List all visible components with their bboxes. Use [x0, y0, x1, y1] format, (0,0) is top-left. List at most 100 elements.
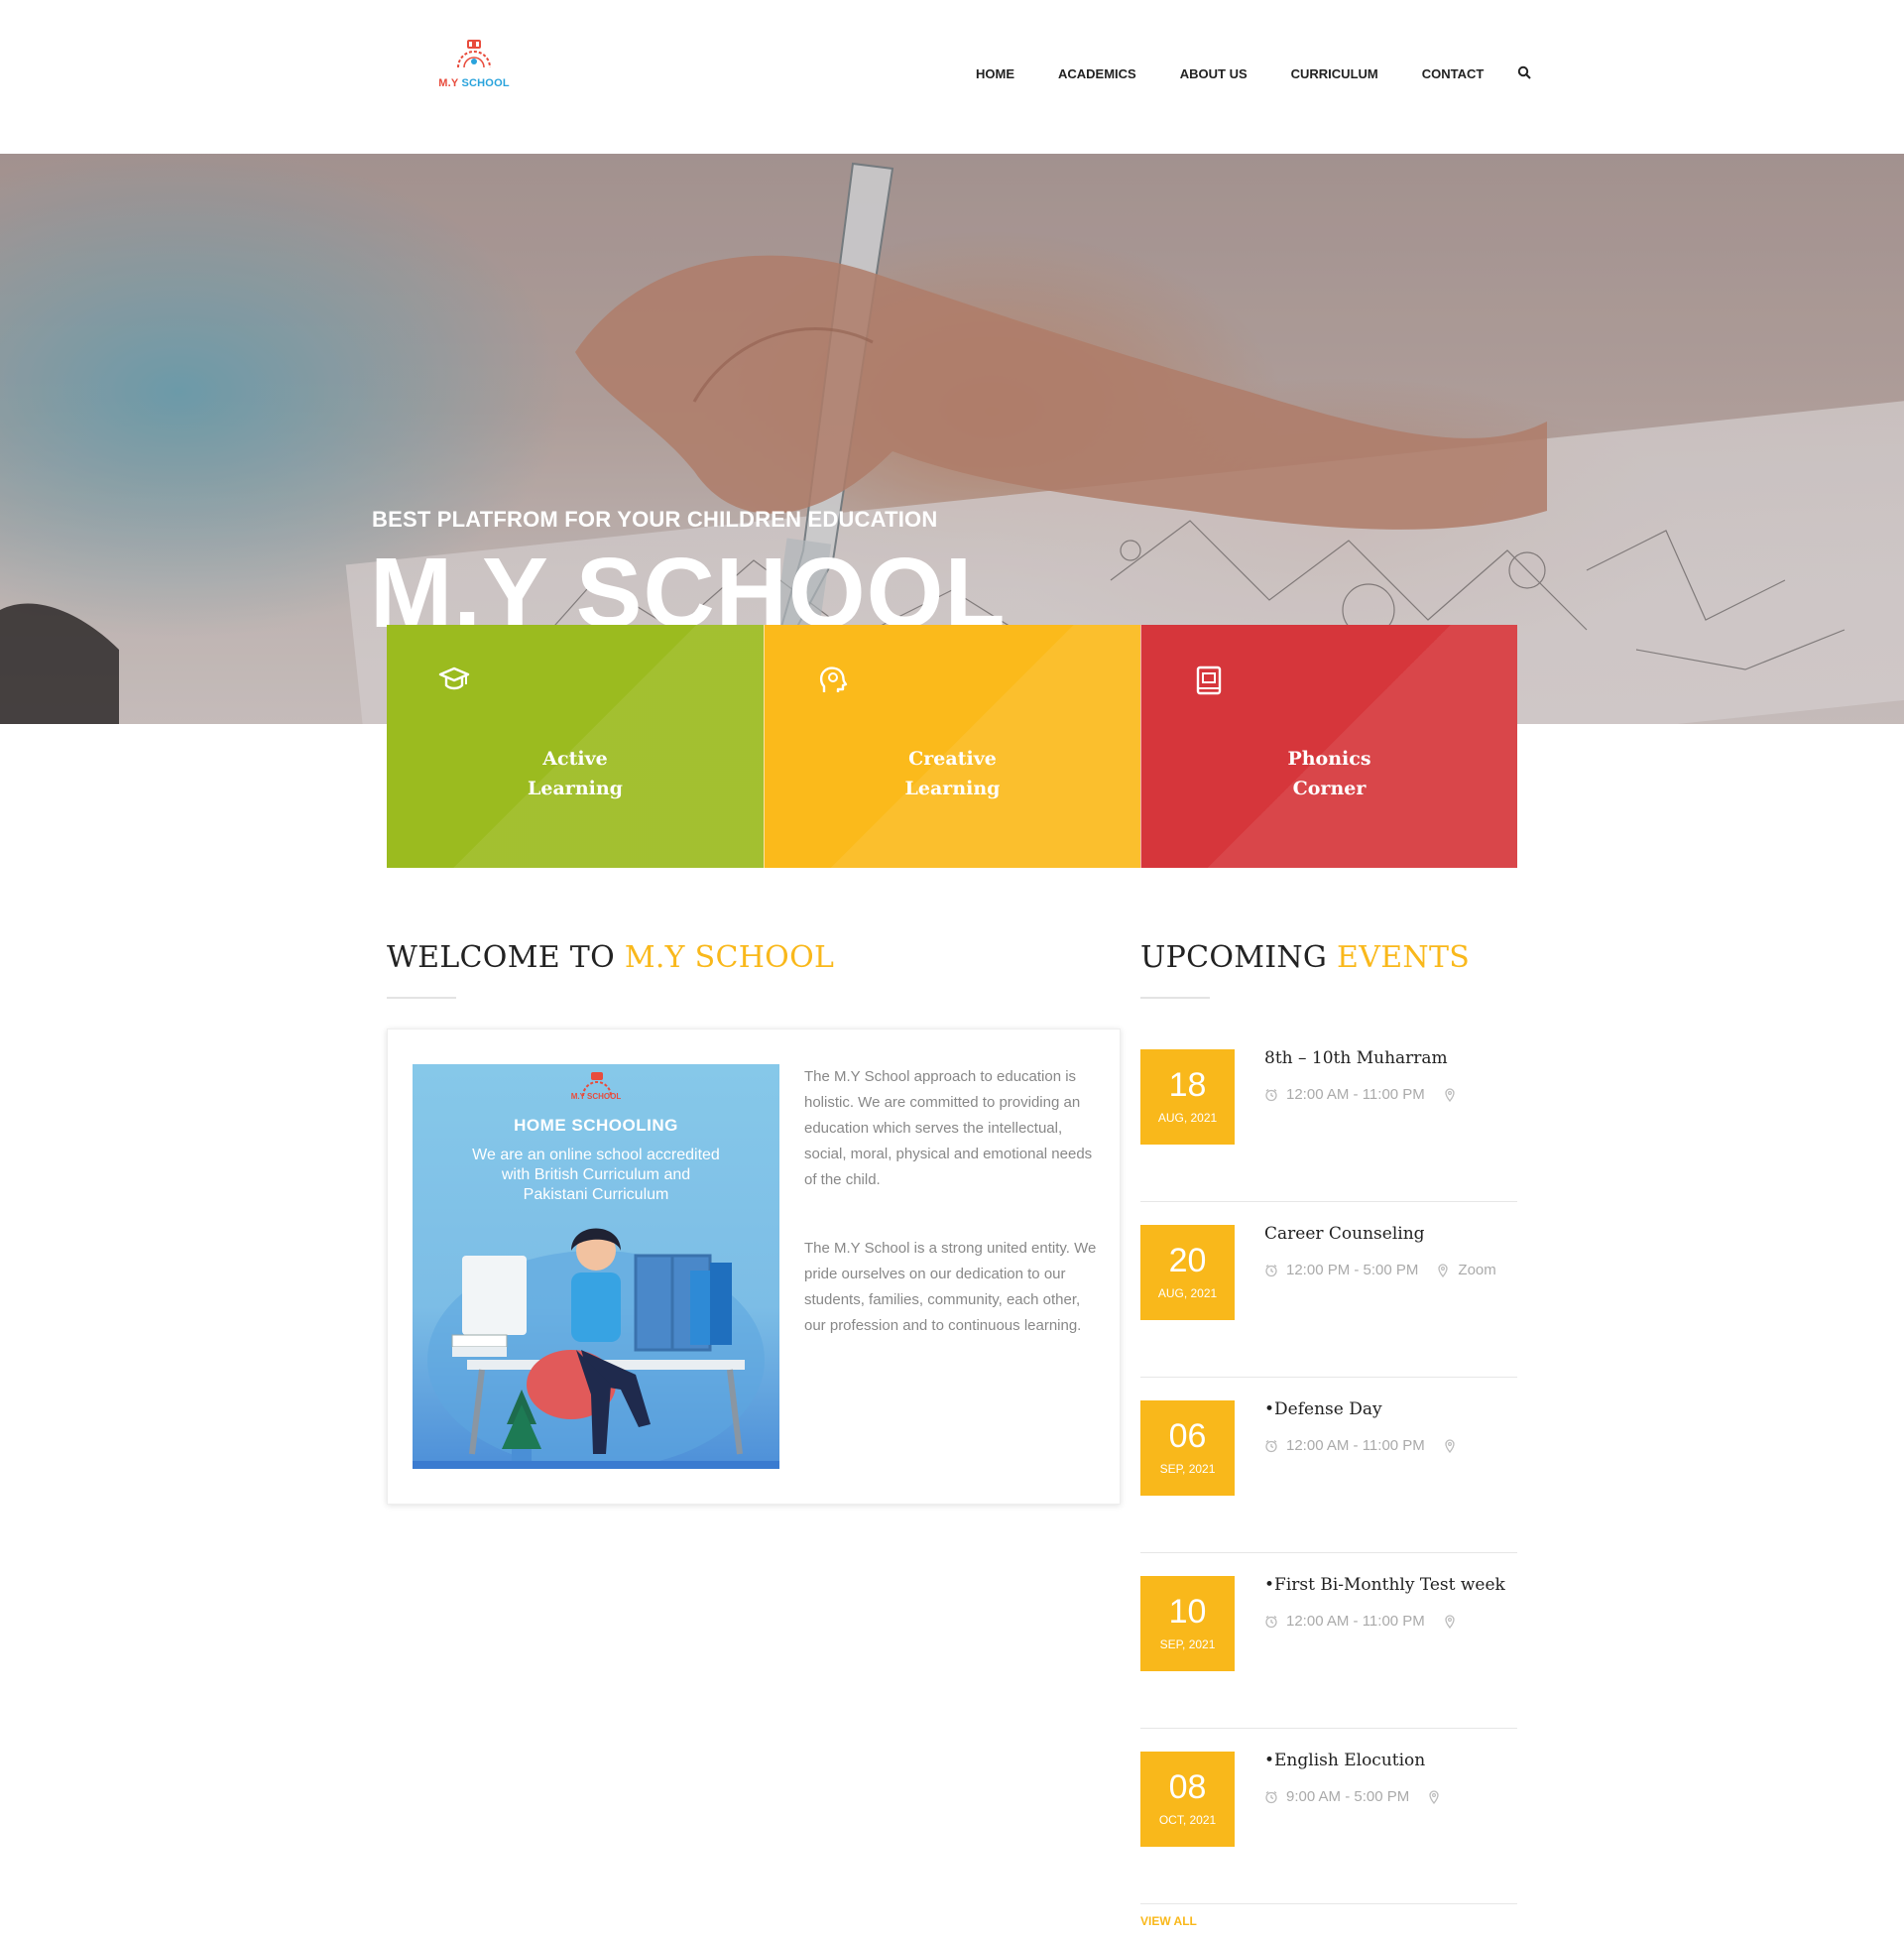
event-location [1443, 1614, 1465, 1629]
event-month: OCT, 2021 [1158, 1813, 1217, 1827]
event-date-badge: 10 SEP, 2021 [1140, 1576, 1235, 1671]
location-pin-icon [1438, 1263, 1449, 1277]
location-pin-icon [1429, 1789, 1439, 1804]
location-pin-icon [1445, 1438, 1455, 1453]
feature-label-line2: Learning [904, 778, 1001, 799]
nav-curriculum[interactable]: CURRICULUM [1291, 66, 1378, 81]
feature-label-line1: Creative [908, 748, 997, 770]
event-time: 12:00 AM - 11:00 PM [1286, 1086, 1425, 1103]
welcome-paragraph-1: The M.Y School approach to education is … [804, 1068, 1093, 1188]
event-meta: 12:00 AM - 11:00 PM [1264, 1613, 1465, 1630]
event-location [1443, 1087, 1465, 1102]
welcome-heading-main: WELCOME TO [387, 940, 615, 975]
events-heading-accent: EVENTS [1337, 940, 1471, 975]
feature-label-line1: Phonics [1287, 748, 1371, 770]
site-logo[interactable]: M.Y SCHOOL [434, 38, 514, 95]
image-text-line3: Pakistani Curriculum [523, 1186, 669, 1203]
event-item: 06 SEP, 2021 •Defense Day 12:00 AM - 11:… [1140, 1378, 1517, 1553]
event-location [1443, 1438, 1465, 1453]
welcome-paragraph-2: The M.Y School is a strong united entity… [804, 1240, 1097, 1334]
search-icon[interactable] [1517, 65, 1533, 81]
event-day: 18 [1168, 1066, 1207, 1104]
feature-label-line2: Corner [1292, 778, 1367, 799]
event-item: 10 SEP, 2021 •First Bi-Monthly Test week… [1140, 1553, 1517, 1729]
image-logo-text: M.Y SCHOOL [570, 1092, 622, 1101]
feature-label: Active Learning [387, 744, 764, 803]
event-date-badge: 08 OCT, 2021 [1140, 1752, 1235, 1847]
feature-cards: Active Learning Creative Learning Phonic… [387, 625, 1517, 868]
student-at-desk-illustration [413, 1228, 779, 1469]
event-day: 20 [1168, 1242, 1207, 1279]
event-time: 12:00 AM - 11:00 PM [1286, 1613, 1425, 1630]
events-heading: UPCOMING EVENTS [1140, 940, 1470, 975]
school-logo-icon [457, 40, 491, 68]
event-item: 18 AUG, 2021 8th – 10th Muharram 12:00 A… [1140, 1027, 1517, 1202]
event-day: 08 [1168, 1768, 1207, 1806]
feature-card-phonics-corner[interactable]: Phonics Corner [1140, 625, 1517, 868]
event-title[interactable]: 8th – 10th Muharram [1264, 1048, 1448, 1068]
view-all-events-link[interactable]: VIEW ALL [1140, 1914, 1197, 1928]
feature-label: Phonics Corner [1141, 744, 1517, 803]
event-month: SEP, 2021 [1159, 1637, 1216, 1651]
welcome-heading: WELCOME TO M.Y SCHOOL [387, 940, 834, 975]
image-text-line2: with British Curriculum and [501, 1166, 691, 1183]
hero-subtitle: BEST PLATFROM FOR YOUR CHILDREN EDUCATIO… [372, 507, 938, 532]
event-meta: 9:00 AM - 5:00 PM [1264, 1788, 1449, 1805]
event-title[interactable]: •English Elocution [1264, 1751, 1425, 1770]
home-schooling-image: M.Y SCHOOL HOME SCHOOLING We are an onli… [413, 1064, 779, 1469]
creative-head-icon [819, 667, 848, 692]
site-header: M.Y SCHOOL HOME ACADEMICS ABOUT US CURRI… [0, 0, 1904, 154]
event-title[interactable]: Career Counseling [1264, 1224, 1425, 1244]
graduation-cap-icon [438, 667, 470, 690]
event-date-badge: 06 SEP, 2021 [1140, 1400, 1235, 1496]
event-title[interactable]: •Defense Day [1264, 1399, 1382, 1419]
clock-icon [1265, 1439, 1277, 1452]
event-location [1427, 1789, 1449, 1804]
location-pin-icon [1445, 1087, 1455, 1102]
clock-icon [1265, 1088, 1277, 1101]
feature-label: Creative Learning [765, 744, 1140, 803]
logo-text-school: SCHOOL [461, 77, 510, 89]
welcome-heading-accent: M.Y SCHOOL [624, 940, 835, 975]
event-day: 06 [1168, 1417, 1207, 1455]
logo-text: M.Y SCHOOL [434, 77, 514, 89]
event-month: AUG, 2021 [1157, 1286, 1218, 1300]
nav-about-us[interactable]: ABOUT US [1180, 66, 1248, 81]
event-time: 9:00 AM - 5:00 PM [1286, 1788, 1410, 1805]
event-date-badge: 20 AUG, 2021 [1140, 1225, 1235, 1320]
logo-text-my: M.Y [438, 77, 459, 89]
clock-icon [1265, 1615, 1277, 1628]
event-title[interactable]: •First Bi-Monthly Test week [1264, 1575, 1505, 1595]
clock-icon [1265, 1264, 1277, 1276]
event-item: 08 OCT, 2021 •English Elocution 9:00 AM … [1140, 1729, 1517, 1904]
feature-card-active-learning[interactable]: Active Learning [387, 625, 764, 868]
welcome-heading-underline [387, 997, 456, 999]
image-text-line1: We are an online school accredited [472, 1147, 720, 1163]
event-meta: 12:00 PM - 5:00 PM Zoom [1264, 1262, 1496, 1278]
event-time: 12:00 AM - 11:00 PM [1286, 1437, 1425, 1454]
event-time: 12:00 PM - 5:00 PM [1286, 1262, 1419, 1278]
nav-home[interactable]: HOME [976, 66, 1014, 81]
feature-card-creative-learning[interactable]: Creative Learning [764, 625, 1140, 868]
event-month: SEP, 2021 [1159, 1462, 1216, 1476]
event-day: 10 [1168, 1593, 1207, 1631]
nav-academics[interactable]: ACADEMICS [1058, 66, 1136, 81]
image-heading: HOME SCHOOLING [514, 1116, 678, 1135]
event-location: Zoom [1436, 1262, 1496, 1278]
feature-label-line2: Learning [528, 778, 623, 799]
clock-icon [1265, 1790, 1277, 1803]
event-item: 20 AUG, 2021 Career Counseling 12:00 PM … [1140, 1202, 1517, 1378]
image-text: We are an online school accredited with … [413, 1146, 779, 1205]
events-heading-main: UPCOMING [1140, 940, 1328, 975]
feature-label-line1: Active [542, 748, 608, 770]
events-heading-underline [1140, 997, 1210, 999]
event-date-badge: 18 AUG, 2021 [1140, 1049, 1235, 1145]
event-location-text: Zoom [1458, 1262, 1496, 1278]
main-nav: HOME ACADEMICS ABOUT US CURRICULUM CONTA… [976, 65, 1533, 81]
event-meta: 12:00 AM - 11:00 PM [1264, 1437, 1465, 1454]
book-icon [1196, 666, 1222, 695]
welcome-card: M.Y SCHOOL HOME SCHOOLING We are an onli… [387, 1029, 1121, 1505]
event-meta: 12:00 AM - 11:00 PM [1264, 1086, 1465, 1103]
location-pin-icon [1445, 1614, 1455, 1629]
nav-contact[interactable]: CONTACT [1422, 66, 1485, 81]
